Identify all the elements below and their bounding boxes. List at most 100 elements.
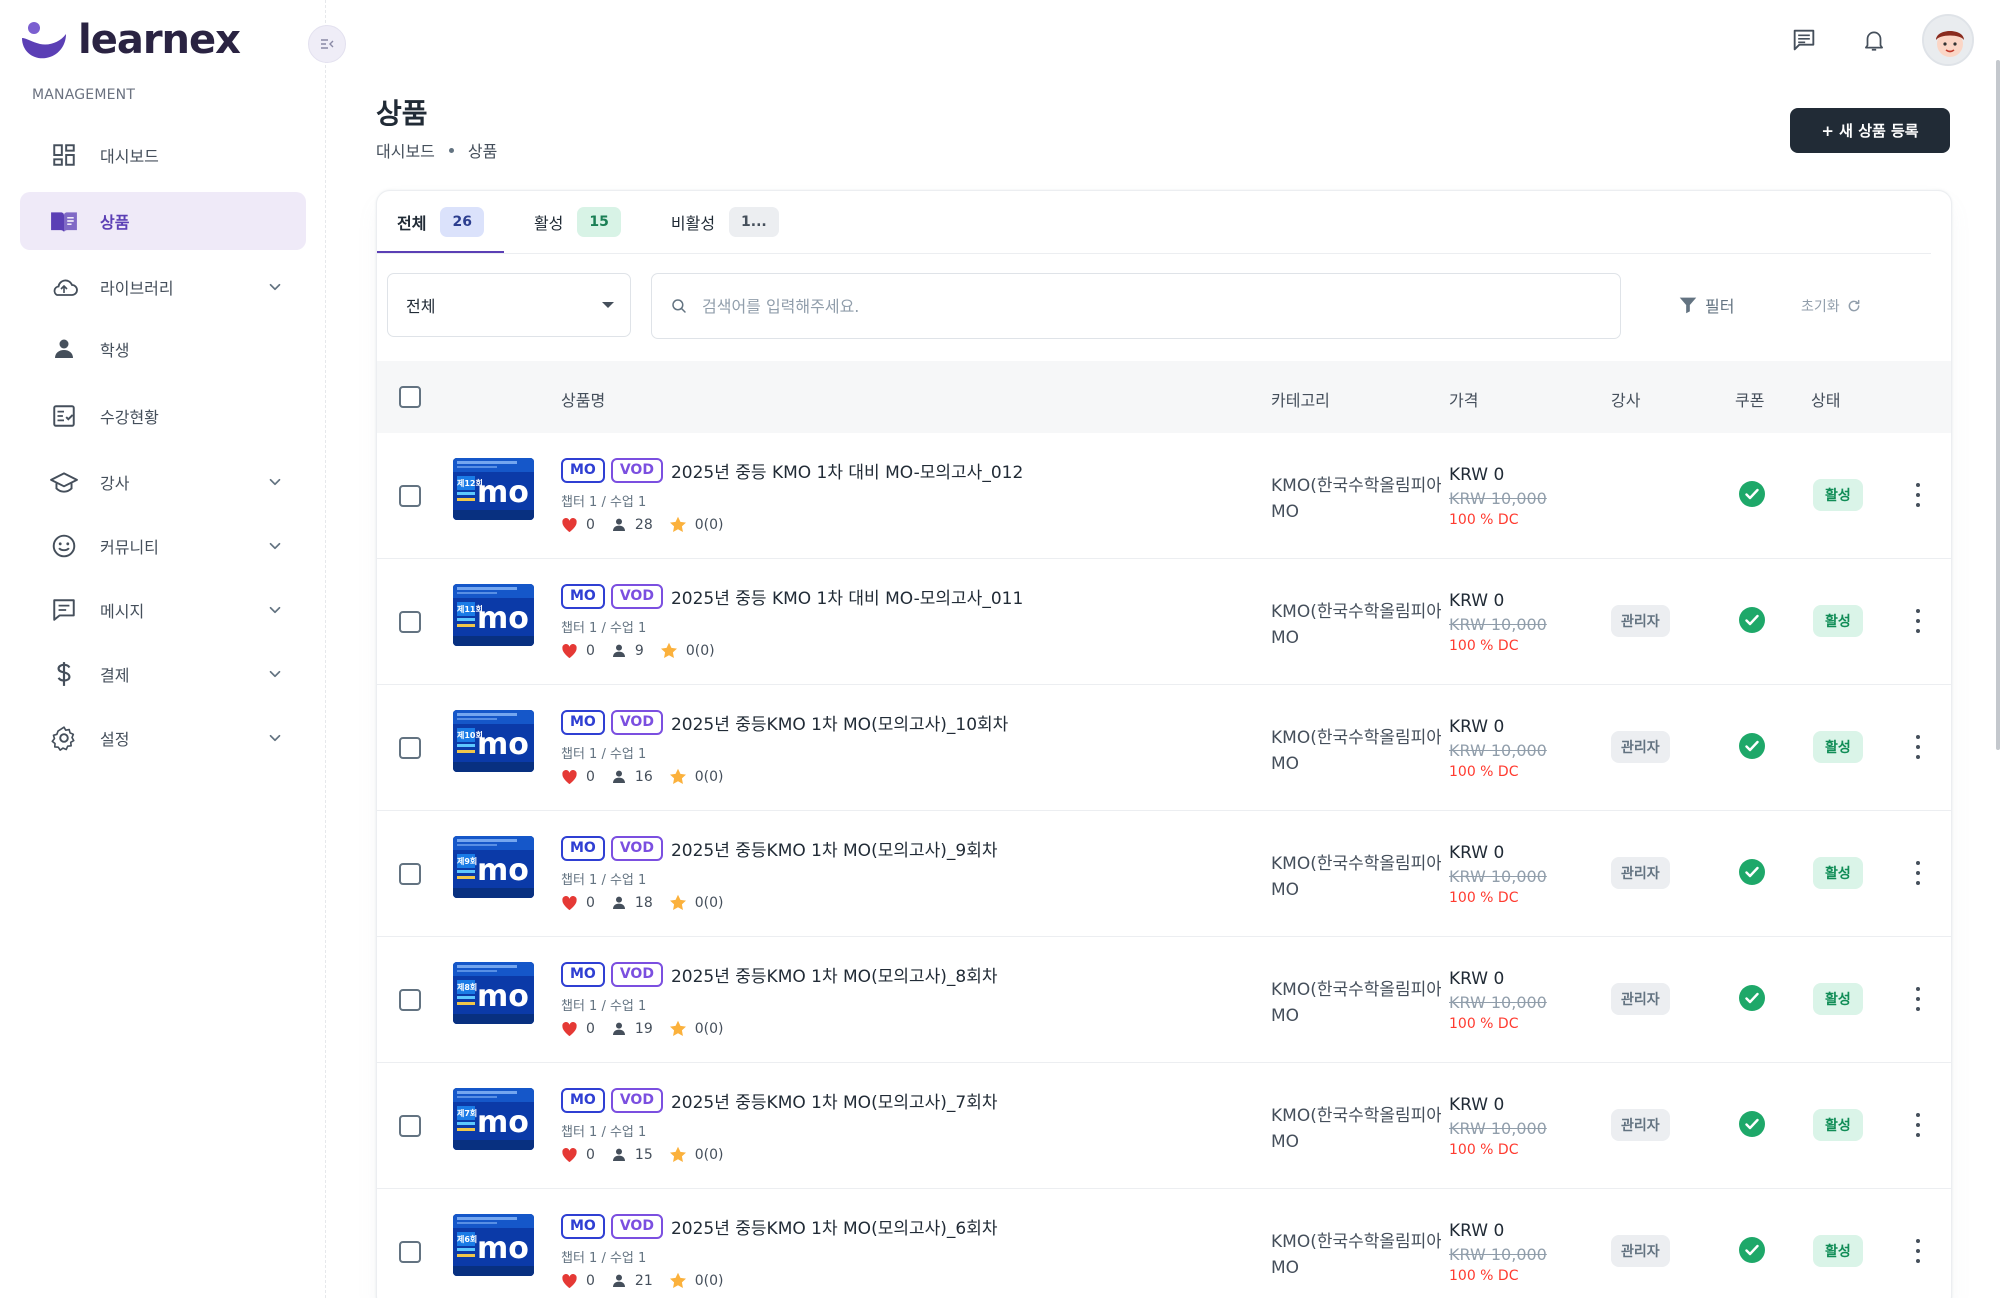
product-thumbnail[interactable]: mo 제9회 — [453, 836, 534, 898]
product-title-link[interactable]: 2025년 중등KMO 1차 MO(모의고사)_9회차 — [671, 836, 998, 861]
row-more-button[interactable] — [1914, 483, 1922, 507]
reset-button[interactable]: 초기화 — [1801, 296, 1862, 316]
tab-2[interactable]: 비활성 1... — [671, 191, 779, 253]
header-teacher[interactable]: 강사 — [1611, 387, 1640, 411]
product-title-link[interactable]: 2025년 중등 KMO 1차 대비 MO-모의고사_012 — [671, 458, 1023, 483]
header-category[interactable]: 카테고리 — [1271, 387, 1330, 411]
sidebar-item-8[interactable]: 결제 — [20, 645, 306, 703]
row-more-button[interactable] — [1914, 1239, 1922, 1263]
new-product-button[interactable]: + 새 상품 등록 — [1790, 108, 1950, 153]
row-more-button[interactable] — [1914, 735, 1922, 759]
sidebar-item-1[interactable]: 상품 — [20, 192, 306, 250]
notifications-button[interactable] — [1852, 18, 1896, 62]
tab-count-badge: 26 — [440, 207, 484, 237]
heart-icon — [562, 517, 577, 532]
price-current: KRW 0 — [1449, 843, 1505, 863]
sidebar-item-0[interactable]: 대시보드 — [20, 126, 306, 184]
sidebar-item-label: 라이브러리 — [100, 279, 174, 298]
page-scrollbar[interactable] — [1996, 60, 2000, 750]
collapse-sidebar-button[interactable] — [308, 25, 346, 63]
row-more-button[interactable] — [1914, 609, 1922, 633]
table-row[interactable]: mo 제9회 MO VOD 2025년 중등KMO 1차 MO(모의고사)_9회차 챕터 … — [377, 811, 1951, 937]
rating-value: 0(0) — [694, 894, 724, 911]
table-row[interactable]: mo 제7회 MO VOD 2025년 중등KMO 1차 MO(모의고사)_7회차 챕터 … — [377, 1063, 1951, 1189]
header-status[interactable]: 상태 — [1811, 387, 1840, 411]
more-dot — [1916, 997, 1920, 1001]
more-dot — [1916, 629, 1920, 633]
row-checkbox[interactable] — [399, 485, 421, 507]
person-icon — [612, 518, 625, 531]
row-checkbox[interactable] — [399, 1241, 421, 1263]
thumbnail-image-icon: mo — [453, 962, 534, 1024]
product-thumbnail[interactable]: mo 제7회 — [453, 1088, 534, 1150]
search-box[interactable] — [651, 273, 1621, 339]
filter-label: 필터 — [1705, 297, 1735, 316]
category-select[interactable]: 전체 — [387, 273, 631, 337]
category-cell: KMO(한국수학올림피아드) MO — [1271, 599, 1441, 651]
tabs-divider — [377, 253, 1931, 254]
table-row[interactable]: mo 제11회 MO VOD 2025년 중등 KMO 1차 대비 MO-모의고사_01… — [377, 559, 1951, 685]
sidebar-item-6[interactable]: 커뮤니티 — [20, 517, 306, 575]
sidebar-item-3[interactable]: 학생 — [20, 320, 306, 378]
product-thumbnail[interactable]: mo 제11회 — [453, 584, 534, 646]
row-checkbox[interactable] — [399, 737, 421, 759]
row-checkbox[interactable] — [399, 863, 421, 885]
status-badge: 활성 — [1813, 1235, 1863, 1267]
price-original: KRW 10,000 — [1449, 615, 1547, 634]
person-icon — [612, 644, 625, 657]
table-row[interactable]: mo 제10회 MO VOD 2025년 중등KMO 1차 MO(모의고사)_10회차 챕… — [377, 685, 1951, 811]
product-title-link[interactable]: 2025년 중등KMO 1차 MO(모의고사)_8회차 — [671, 962, 998, 987]
product-title-link[interactable]: 2025년 중등KMO 1차 MO(모의고사)_6회차 — [671, 1214, 998, 1239]
search-input[interactable] — [702, 296, 1582, 316]
chapter-info: 챕터 1 / 수업 1 — [561, 1125, 647, 1140]
product-title-link[interactable]: 2025년 중등KMO 1차 MO(모의고사)_7회차 — [671, 1088, 998, 1113]
row-more-button[interactable] — [1914, 987, 1922, 1011]
likes-count: 0 — [586, 894, 595, 911]
tab-1[interactable]: 활성 15 — [534, 191, 621, 253]
breadcrumb-dashboard[interactable]: 대시보드 — [376, 138, 435, 162]
row-checkbox[interactable] — [399, 611, 421, 633]
product-thumbnail[interactable]: mo 제12회 — [453, 458, 534, 520]
coupon-check-icon — [1739, 607, 1765, 633]
category-primary: KMO(한국수학올림피아드) — [1271, 476, 1441, 496]
category-primary: KMO(한국수학올림피아드) — [1271, 980, 1441, 1000]
header-name[interactable]: 상품명 — [561, 387, 605, 411]
more-dot — [1916, 1133, 1920, 1137]
star-icon — [669, 894, 686, 910]
sidebar-item-9[interactable]: 설정 — [20, 709, 306, 767]
product-thumbnail[interactable]: mo 제6회 — [453, 1214, 534, 1276]
table-row[interactable]: mo 제6회 MO VOD 2025년 중등KMO 1차 MO(모의고사)_6회차 챕터 … — [377, 1189, 1951, 1298]
filter-button[interactable]: 필터 — [1677, 293, 1734, 317]
sidebar-item-5[interactable]: 강사 — [20, 453, 306, 511]
more-dot — [1916, 755, 1920, 759]
row-checkbox[interactable] — [399, 1115, 421, 1137]
row-more-button[interactable] — [1914, 1113, 1922, 1137]
svg-text:mo: mo — [477, 475, 529, 510]
row-more-button[interactable] — [1914, 861, 1922, 885]
price-cell: KRW 0 KRW 10,000 100 % DC — [1449, 591, 1547, 654]
logo[interactable]: learnex — [20, 17, 241, 63]
table-row[interactable]: mo 제8회 MO VOD 2025년 중등KMO 1차 MO(모의고사)_8회차 챕터 … — [377, 937, 1951, 1063]
sidebar-item-7[interactable]: 메시지 — [20, 581, 306, 639]
table-row[interactable]: mo 제12회 MO VOD 2025년 중등 KMO 1차 대비 MO-모의고사_01… — [377, 433, 1951, 559]
product-title-link[interactable]: 2025년 중등KMO 1차 MO(모의고사)_10회차 — [671, 710, 1008, 735]
sidebar-item-2[interactable]: 라이브러리 — [20, 258, 306, 316]
row-checkbox[interactable] — [399, 989, 421, 1011]
messages-button[interactable] — [1782, 18, 1826, 62]
person-icon — [612, 896, 625, 909]
price-current: KRW 0 — [1449, 969, 1505, 989]
product-thumbnail[interactable]: mo 제10회 — [453, 710, 534, 772]
avatar[interactable] — [1922, 14, 1974, 66]
type-badge-mo: MO — [561, 1213, 605, 1239]
sidebar-item-4[interactable]: 수강현황 — [20, 387, 306, 445]
select-all-checkbox[interactable] — [399, 386, 421, 408]
product-thumbnail[interactable]: mo 제8회 — [453, 962, 534, 1024]
header-price[interactable]: 가격 — [1449, 387, 1478, 411]
more-dot — [1916, 1259, 1920, 1263]
header-coupon[interactable]: 쿠폰 — [1735, 387, 1764, 411]
thumbnail-number: 제11회 — [457, 605, 483, 614]
tab-label: 활성 — [533, 214, 564, 233]
discount-label: 100 % DC — [1449, 1268, 1519, 1284]
tab-0[interactable]: 전체 26 — [377, 191, 504, 254]
product-title-link[interactable]: 2025년 중등 KMO 1차 대비 MO-모의고사_011 — [671, 584, 1023, 609]
